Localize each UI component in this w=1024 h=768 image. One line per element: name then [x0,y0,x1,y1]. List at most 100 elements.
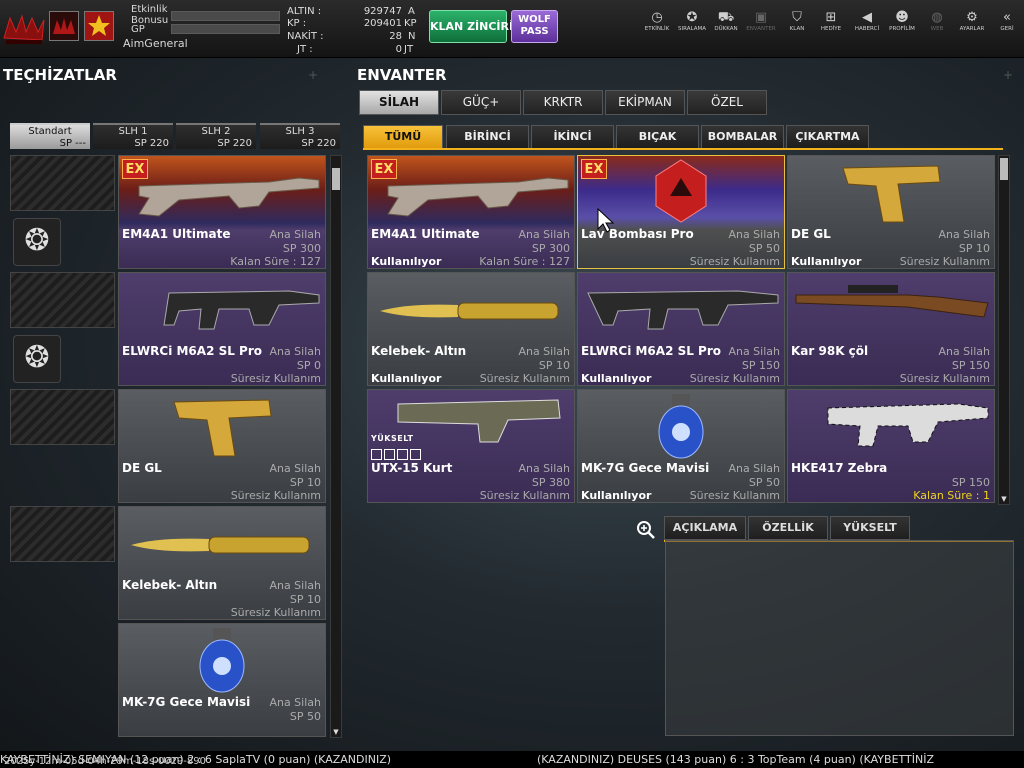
scroll-down-icon[interactable]: ▼ [999,494,1009,504]
equipped-item-card[interactable]: EX EM4A1 Ultimate Ana Silah SP 300 Kalan… [118,155,326,269]
nav-envanter[interactable]: ▣ ENVANTER [744,10,778,40]
item-name: ELWRCi M6A2 SL Pro [122,344,263,358]
swap-icon[interactable]: ❂ [13,335,61,383]
item-status: Kullanılıyor [791,255,862,268]
gear-icon: ⚙ [966,10,978,25]
nav-haberci[interactable]: ◀ HABERCİ [850,10,884,40]
equipment-slot[interactable] [10,155,115,211]
loadout-tab-slh2[interactable]: SLH 2 SP 220 [176,123,256,149]
equipped-item-card[interactable]: MK-7G Gece Mavisi Ana Silah SP 50 [118,623,326,737]
nav-ayarlar[interactable]: ⚙ AYARLAR [955,10,989,40]
profile-icon: ☻ [895,10,909,25]
klan-zinciri-button[interactable]: KLAN ZİNCİRİ [429,10,513,43]
equipment-slot[interactable] [10,272,115,328]
rifle-icon [587,290,779,330]
nakit-label: NAKİT : [287,31,324,42]
inventory-item-card[interactable]: EX EM4A1 Ultimate Ana Silah SP 300 Kulla… [367,155,575,269]
inventory-item-card[interactable]: EX Lav Bombası Pro Ana Silah SP 50 Süres… [577,155,785,269]
grenade-icon [658,394,704,459]
tab-yukselt[interactable]: YÜKSELT [830,516,910,540]
item-name: Kar 98K çöl [791,344,869,358]
upgrade-slots [371,445,427,460]
nav-etkinlik[interactable]: ◷ ETKİNLİK [640,10,674,40]
item-sp: SP 380 [531,476,570,489]
zoom-in-icon[interactable] [636,520,656,540]
wolf-pass-button[interactable]: WOLF PASS [511,10,558,43]
item-status: Kullanılıyor [581,372,652,385]
nav-geri[interactable]: «GERİ [990,10,1024,40]
subtab-cikartma[interactable]: ÇIKARTMA [786,125,869,149]
swap-icon[interactable]: ❂ [13,218,61,266]
loadout-tab-slh3[interactable]: SLH 3 SP 220 [260,123,340,149]
nav-siralama[interactable]: ✪ SIRALAMA [675,10,709,40]
item-class: Ana Silah [728,228,780,241]
item-name: DE GL [122,461,162,475]
item-class: Ana Silah [269,345,321,358]
jt-label: JT : [297,44,313,55]
inventory-item-card[interactable]: Kar 98K çöl Ana Silah SP 150 Süresiz Kul… [787,272,995,386]
tab-krktr[interactable]: KRKTR [523,90,603,115]
subtab-birinci[interactable]: BİRİNCİ [446,125,529,149]
item-name: ELWRCi M6A2 SL Pro [581,344,722,358]
equipment-scrollbar[interactable]: ▼ [330,155,342,738]
inventory-item-card[interactable]: ELWRCi M6A2 SL Pro Ana Silah SP 150 Kull… [577,272,785,386]
username: AimGeneral [123,37,188,50]
nav-klan[interactable]: ⛉ KLAN [780,10,814,40]
subtab-bombalar[interactable]: BOMBALAR [701,125,784,149]
tab-ozellik[interactable]: ÖZELLİK [748,516,828,540]
tab-ozel[interactable]: ÖZEL [687,90,767,115]
item-class: Ana Silah [728,462,780,475]
medal-icon: ✪ [686,10,698,25]
shield-icon: ⛉ [792,10,802,25]
scroll-thumb[interactable] [332,168,340,190]
item-duration: Süresiz Kullanım [479,372,570,385]
scroll-down-icon[interactable]: ▼ [331,727,341,737]
equipment-slot[interactable] [10,506,115,562]
item-class: Ana Silah [269,462,321,475]
nav-dukkan[interactable]: ⛟ DÜKKAN [709,10,743,40]
item-class: Ana Silah [269,696,321,709]
gp-label: GP [131,24,145,35]
scroll-thumb[interactable] [1000,158,1008,180]
subtab-bicak[interactable]: BIÇAK [616,125,699,149]
inventory-item-card[interactable]: DE GL Ana Silah SP 10 Kullanılıyor Süres… [787,155,995,269]
item-sp: SP 300 [531,242,570,255]
rank-badge[interactable] [84,11,114,41]
nav-profilim[interactable]: ☻ PROFİLİM [885,10,919,40]
subtab-ikinci[interactable]: İKİNCİ [531,125,614,149]
kp-unit: KP [404,18,417,29]
item-sp: SP 150 [951,359,990,372]
inventory-item-card[interactable]: MK-7G Gece Mavisi Ana Silah SP 50 Kullan… [577,389,785,503]
item-name: Kelebek- Altın [122,578,218,592]
item-class: Ana Silah [518,345,570,358]
nav-web[interactable]: ◍ WEB [920,10,954,40]
item-class: Ana Silah [938,228,990,241]
equipped-item-card[interactable]: DE GL Ana Silah SP 10 Süresiz Kullanım [118,389,326,503]
tab-ekipman[interactable]: EKİPMAN [605,90,685,115]
ex-badge: EX [371,159,397,179]
altin-value: 929747 [363,6,402,17]
rifle-icon [387,177,569,217]
tab-guc[interactable]: GÜÇ+ [441,90,521,115]
item-sp: SP 150 [951,476,990,489]
wolf-pass-line1: WOLF [518,14,551,25]
inventory-item-card[interactable]: Kelebek- Altın Ana Silah SP 10 Kullanılı… [367,272,575,386]
nav-hediye[interactable]: ⊞ HEDİYE [814,10,848,40]
loadout-tab-slh1[interactable]: SLH 1 SP 220 [93,123,173,149]
knife-icon [131,536,310,554]
knife-icon [380,302,559,320]
loadout-tab-standart[interactable]: Standart SP --- [10,123,90,149]
tab-aciklama[interactable]: AÇIKLAMA [664,516,746,540]
equipped-item-card[interactable]: Kelebek- Altın Ana Silah SP 10 Süresiz K… [118,506,326,620]
inventory-item-card[interactable]: HKE417 Zebra SP 150 Kalan Süre : 1 [787,389,995,503]
inventory-scrollbar[interactable]: ▼ [998,155,1010,505]
subtab-tumu[interactable]: TÜMÜ [363,125,443,149]
wolf-pass-line2: PASS [520,26,549,37]
equipment-slot[interactable] [10,389,115,445]
inventory-item-card[interactable]: YÜKSELT UTX-15 Kurt Ana Silah SP 380 Sür… [367,389,575,503]
pistol-icon [173,399,272,457]
clan-badge[interactable] [49,11,79,41]
description-panel [665,540,1014,736]
equipped-item-card[interactable]: ELWRCi M6A2 SL Pro Ana Silah SP 0 Süresi… [118,272,326,386]
tab-silah[interactable]: SİLAH [359,90,439,115]
